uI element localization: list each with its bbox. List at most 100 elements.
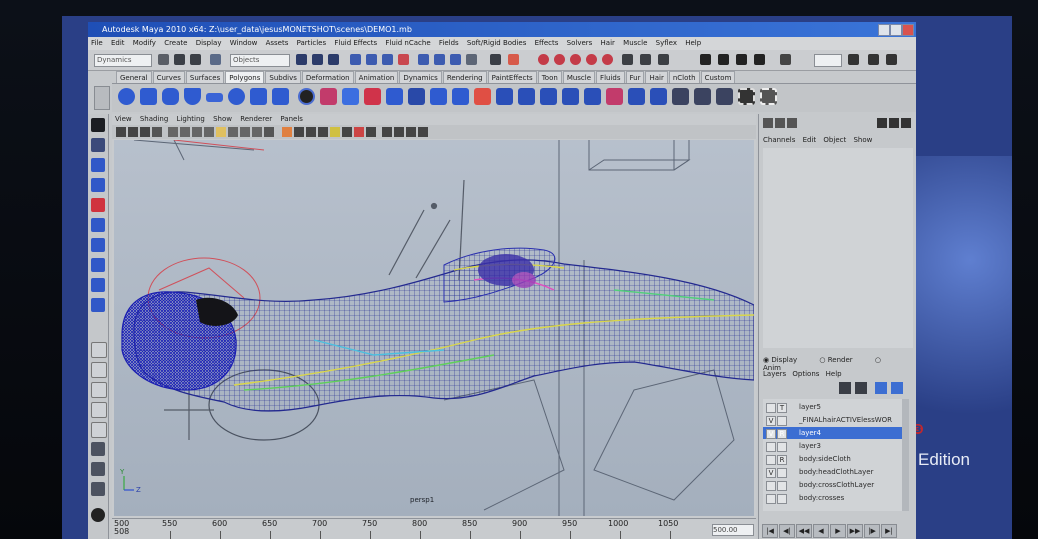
- rotate-tool-icon[interactable]: [91, 198, 105, 212]
- boolean-icon[interactable]: [364, 88, 381, 105]
- layout-single-icon[interactable]: [868, 54, 879, 65]
- layout-custom-icon[interactable]: [91, 508, 105, 522]
- cb-option-c-icon[interactable]: [901, 118, 911, 128]
- select-by-misc-icon[interactable]: [658, 54, 669, 65]
- menu-create[interactable]: Create: [164, 39, 187, 47]
- layer-type-toggle[interactable]: R: [777, 455, 787, 465]
- step-forward-key-button[interactable]: ▶▶: [847, 524, 863, 538]
- shelf-menu-button[interactable]: [94, 86, 110, 110]
- select-hierarchy-icon[interactable]: [210, 54, 221, 65]
- layout-render-icon[interactable]: [91, 482, 105, 496]
- combine-icon[interactable]: [320, 88, 337, 105]
- new-layer-selected-icon[interactable]: [891, 382, 903, 394]
- layer-visibility-toggle[interactable]: [766, 481, 776, 491]
- step-back-button[interactable]: ◀|: [779, 524, 795, 538]
- panel-menu-lighting[interactable]: Lighting: [177, 115, 205, 123]
- isolate-select-icon[interactable]: [354, 127, 364, 137]
- backface-culling-icon[interactable]: [342, 127, 352, 137]
- cylindrical-mapping-icon[interactable]: [716, 88, 733, 105]
- go-to-start-button[interactable]: |◀: [762, 524, 778, 538]
- cb-menu-channels[interactable]: Channels: [763, 136, 795, 144]
- layer-menu-help[interactable]: Help: [826, 370, 842, 378]
- uv-texture-editor-icon[interactable]: [760, 88, 777, 105]
- planar-mapping-icon[interactable]: [694, 88, 711, 105]
- new-layer-icon[interactable]: [875, 382, 887, 394]
- layout-graph-icon[interactable]: [91, 442, 105, 456]
- resolution-icon[interactable]: [394, 127, 404, 137]
- cb-option-a-icon[interactable]: [877, 118, 887, 128]
- bridge-icon[interactable]: [430, 88, 447, 105]
- panel-menu-renderer[interactable]: Renderer: [240, 115, 272, 123]
- split-polygon-icon[interactable]: [474, 88, 491, 105]
- layout-hypershade-icon[interactable]: [91, 462, 105, 476]
- menu-assets[interactable]: Assets: [266, 39, 289, 47]
- xray-joints-icon[interactable]: [330, 127, 340, 137]
- layer-editor-toggle-icon[interactable]: [775, 118, 785, 128]
- layer-type-toggle[interactable]: T: [777, 403, 787, 413]
- channel-box-toggle-icon[interactable]: [763, 118, 773, 128]
- poly-torus-icon[interactable]: [228, 88, 245, 105]
- menu-fluid-ncache[interactable]: Fluid nCache: [385, 39, 430, 47]
- layer-type-toggle[interactable]: R: [777, 429, 787, 439]
- cb-menu-edit[interactable]: Edit: [803, 136, 817, 144]
- two-d-pan-icon[interactable]: [152, 127, 162, 137]
- xray-icon[interactable]: [318, 127, 328, 137]
- camera-bookmark-icon[interactable]: [128, 127, 138, 137]
- poly-plane-icon[interactable]: [206, 93, 223, 102]
- safe-title-icon[interactable]: [240, 127, 250, 137]
- show-attribute-icon[interactable]: [718, 54, 729, 65]
- select-by-surface-icon[interactable]: [586, 54, 597, 65]
- panel-menu-show[interactable]: Show: [213, 115, 232, 123]
- soft-modification-icon[interactable]: [91, 258, 105, 272]
- snap-point-icon[interactable]: [328, 54, 339, 65]
- select-tool-icon[interactable]: [91, 118, 105, 132]
- channel-box-body[interactable]: [763, 148, 913, 348]
- layer-row[interactable]: R body:sideCloth: [763, 453, 909, 465]
- menu-syflex[interactable]: Syflex: [656, 39, 677, 47]
- last-tool-icon[interactable]: [91, 298, 105, 312]
- layer-visibility-toggle[interactable]: V: [766, 429, 776, 439]
- step-back-key-button[interactable]: ◀◀: [796, 524, 812, 538]
- layer-type-toggle[interactable]: [777, 481, 787, 491]
- menu-fluid-effects[interactable]: Fluid Effects: [334, 39, 377, 47]
- reorder-icon[interactable]: [848, 54, 859, 65]
- mode-select[interactable]: Dynamics: [94, 54, 152, 67]
- layer-row[interactable]: body:crosses: [763, 492, 909, 504]
- scale-tool-icon[interactable]: [91, 218, 105, 232]
- numeric-input-field[interactable]: [814, 54, 842, 67]
- hud-toggle-icon[interactable]: [382, 127, 392, 137]
- range-end-field[interactable]: 500.00: [712, 524, 754, 536]
- select-by-deform-icon[interactable]: [602, 54, 613, 65]
- menu-solvers[interactable]: Solvers: [567, 39, 593, 47]
- camera-view-icon[interactable]: [406, 127, 416, 137]
- paint-select-icon[interactable]: [91, 158, 105, 172]
- render-current-icon[interactable]: [382, 54, 393, 65]
- show-channel-box-icon[interactable]: [700, 54, 711, 65]
- menu-modify[interactable]: Modify: [133, 39, 156, 47]
- menu-muscle[interactable]: Muscle: [623, 39, 647, 47]
- insert-edge-loop-icon[interactable]: [496, 88, 513, 105]
- smooth-shade-icon[interactable]: [264, 127, 274, 137]
- menu-soft-rigid-bodies[interactable]: Soft/Rigid Bodies: [467, 39, 526, 47]
- lock-icon[interactable]: [490, 54, 501, 65]
- move-layer-down-icon[interactable]: [855, 382, 867, 394]
- sculpt-geometry-icon[interactable]: [650, 88, 667, 105]
- append-polygon-icon[interactable]: [452, 88, 469, 105]
- transform-mode-icon[interactable]: [780, 54, 791, 65]
- safe-action-icon[interactable]: [228, 127, 238, 137]
- play-backward-button[interactable]: ◀: [813, 524, 829, 538]
- time-slider[interactable]: 500 508 550 600 650 700 750 800 850 900 …: [112, 518, 756, 539]
- image-plane-icon[interactable]: [140, 127, 150, 137]
- layer-menu-options[interactable]: Options: [792, 370, 819, 378]
- layer-visibility-toggle[interactable]: [766, 455, 776, 465]
- move-tool-icon[interactable]: [91, 178, 105, 192]
- high-quality-icon[interactable]: [366, 127, 376, 137]
- save-scene-icon[interactable]: [190, 54, 201, 65]
- layout-side-by-side-icon[interactable]: [91, 382, 107, 398]
- attribute-toggle-icon[interactable]: [787, 118, 797, 128]
- use-all-lights-icon[interactable]: [294, 127, 304, 137]
- menu-hair[interactable]: Hair: [601, 39, 615, 47]
- play-forward-button[interactable]: ▶: [830, 524, 846, 538]
- checker-map-icon[interactable]: [672, 88, 689, 105]
- menu-help[interactable]: Help: [685, 39, 701, 47]
